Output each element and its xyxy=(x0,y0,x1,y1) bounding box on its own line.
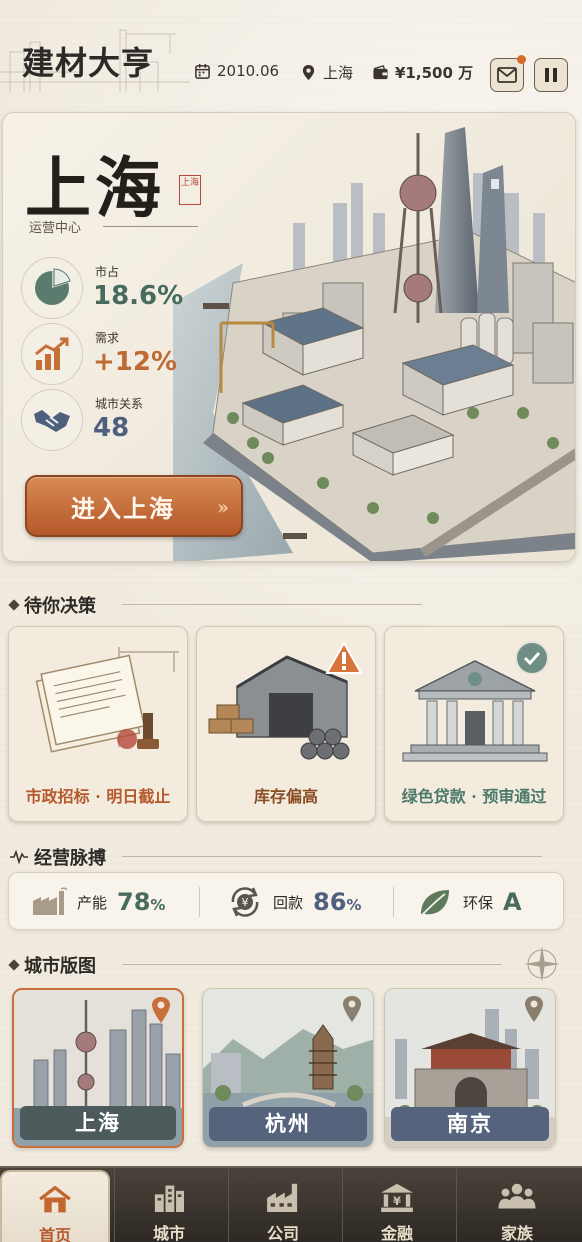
metric-value: +12% xyxy=(93,347,178,377)
hero-subtitle: 运营中心 xyxy=(29,221,82,236)
pulse-collection[interactable]: ¥ 回款 86% xyxy=(227,873,361,931)
decision-card-label: 绿色贷款 · 预审通过 xyxy=(401,787,547,806)
nav-item-city[interactable]: 城市 xyxy=(114,1168,224,1242)
nav-item-home[interactable]: 首页 xyxy=(0,1170,110,1242)
enter-city-button[interactable]: 进入上海 ›› xyxy=(25,475,243,537)
metric-market-share: 市占 18.6% xyxy=(21,257,221,321)
funds-text: ¥1,500 万 xyxy=(395,64,474,82)
location-pin-icon xyxy=(525,996,543,1022)
pulse-section-title: 经营脉搏 xyxy=(10,844,106,870)
pause-icon xyxy=(545,68,557,82)
metric-icon-ring xyxy=(21,389,83,451)
nav-item-finance[interactable]: ¥ 金融 xyxy=(342,1168,452,1242)
double-chevron-right-icon: ›› xyxy=(217,495,229,519)
cash-cycle-icon: ¥ xyxy=(231,887,259,917)
warning-icon xyxy=(325,641,363,674)
bottom-navigation: 首页 城市 公司 ¥ 金融 家族 xyxy=(0,1166,582,1242)
enter-city-label: 进入上海 xyxy=(71,493,175,523)
diamond-bullet-icon xyxy=(8,599,20,611)
city-card-label: 杭州 xyxy=(209,1107,367,1141)
location-text: 上海 xyxy=(323,64,354,82)
pulse-value: A xyxy=(503,888,522,916)
pulse-label: 产能 xyxy=(77,893,108,912)
leaf-icon xyxy=(420,890,449,917)
nav-separator xyxy=(456,1168,457,1242)
section-rule xyxy=(122,856,542,857)
unread-dot xyxy=(517,55,526,64)
pulse-divider xyxy=(393,887,394,917)
city-hero-card: 上海 上海 运营中心 市占 18.6% 需求 +12% 城市关系 48 进入上海… xyxy=(2,112,576,562)
city-icon xyxy=(154,1185,184,1212)
company-icon xyxy=(267,1183,298,1212)
pulse-label: 环保 xyxy=(463,893,494,912)
location-pin-icon xyxy=(302,64,315,81)
city-seal: 上海 xyxy=(179,175,201,205)
citymap-section-title: 城市版图 xyxy=(8,952,96,978)
city-card-hangzhou[interactable]: 杭州 xyxy=(202,988,374,1148)
metric-value: 18.6% xyxy=(93,281,184,311)
svg-text:¥: ¥ xyxy=(242,896,249,909)
top-header: 建材大亨 2010.06 上海 ¥1,500 万 xyxy=(0,0,582,110)
pulse-environment[interactable]: 环保 A xyxy=(417,873,522,931)
location-pin-icon xyxy=(343,996,361,1022)
mail-button[interactable] xyxy=(490,55,526,92)
pulse-divider xyxy=(199,887,200,917)
trend-up-icon xyxy=(35,337,69,370)
pie-chart-icon xyxy=(35,268,71,305)
handshake-icon xyxy=(34,410,70,432)
check-icon xyxy=(523,651,541,665)
metric-label: 需求 xyxy=(95,331,120,345)
pause-button[interactable] xyxy=(534,58,568,92)
mail-icon xyxy=(497,67,517,83)
city-card-label: 上海 xyxy=(20,1106,176,1140)
date-display: 2010.06 xyxy=(194,62,279,80)
nav-item-family[interactable]: 家族 xyxy=(462,1168,572,1242)
svg-text:¥: ¥ xyxy=(393,1194,401,1208)
home-icon xyxy=(39,1186,71,1213)
pulse-value: 78% xyxy=(117,888,166,916)
metric-label: 城市关系 xyxy=(95,397,144,411)
city-card-shanghai[interactable]: 上海 xyxy=(12,988,184,1148)
decision-card-tender[interactable]: 市政招标 · 明日截止 xyxy=(8,626,188,822)
pulse-value: 86% xyxy=(313,888,362,916)
wallet-icon xyxy=(373,65,388,80)
diamond-bullet-icon xyxy=(8,959,20,971)
pulse-capacity[interactable]: 产能 78% xyxy=(31,873,165,931)
funds-display: ¥1,500 万 xyxy=(372,62,473,83)
date-text: 2010.06 xyxy=(217,62,280,80)
decisions-section-title: 待你决策 xyxy=(8,592,96,618)
contract-icon xyxy=(35,647,179,753)
section-rule xyxy=(122,604,422,605)
calendar-icon xyxy=(195,63,210,79)
app-title: 建材大亨 xyxy=(22,44,155,82)
metric-demand: 需求 +12% xyxy=(21,323,221,387)
location-display: 上海 xyxy=(300,62,353,83)
compass-icon xyxy=(524,946,560,982)
decision-card-inventory[interactable]: 库存偏高 xyxy=(196,626,376,822)
factory-icon xyxy=(33,887,67,915)
city-card-nanjing[interactable]: 南京 xyxy=(384,988,556,1148)
metric-value: 48 xyxy=(93,413,130,443)
section-rule xyxy=(122,964,502,965)
pulse-label: 回款 xyxy=(273,893,304,912)
city-card-label: 南京 xyxy=(391,1107,549,1141)
check-badge xyxy=(515,641,549,675)
finance-icon: ¥ xyxy=(381,1183,413,1212)
business-pulse-bar: 产能 78% ¥ 回款 86% 环保 A xyxy=(8,872,564,930)
decision-card-label: 市政招标 · 明日截止 xyxy=(25,787,171,806)
decision-card-green-loan[interactable]: 绿色贷款 · 预审通过 xyxy=(384,626,564,822)
decision-card-label: 库存偏高 xyxy=(253,787,318,806)
metric-label: 市占 xyxy=(95,265,120,279)
metric-icon-ring xyxy=(21,323,83,385)
subtitle-rule xyxy=(103,226,198,227)
nav-item-company[interactable]: 公司 xyxy=(228,1168,338,1242)
location-pin-icon xyxy=(152,997,170,1023)
metric-city-relations: 城市关系 48 xyxy=(21,389,221,453)
metric-icon-ring xyxy=(21,257,83,319)
family-icon xyxy=(498,1183,536,1209)
pulse-wave-icon xyxy=(10,850,28,864)
